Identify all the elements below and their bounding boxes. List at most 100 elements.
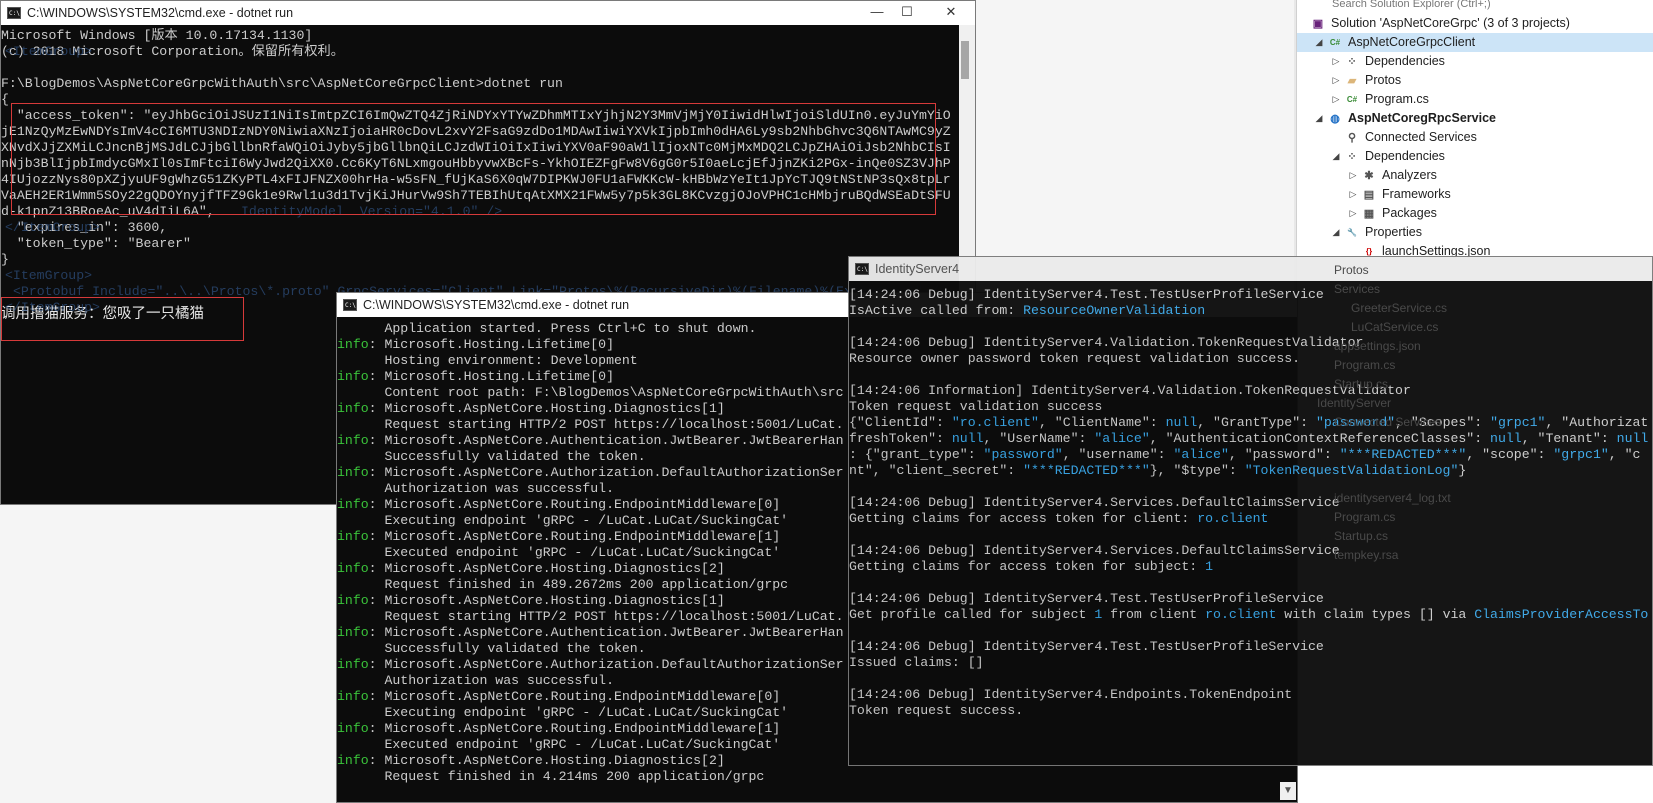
log-text: Token request validation success <box>849 399 1103 414</box>
log-message: Application started. Press Ctrl+C to shu… <box>337 321 757 336</box>
solution-explorer-ghost-item: LuCatService.cs <box>1351 320 1439 334</box>
solution-explorer-ghost-item: Connected Services <box>1334 415 1442 429</box>
console-line: Get profile called for subject 1 from cl… <box>849 607 1652 623</box>
log-level-info: info <box>337 465 369 480</box>
solution-explorer-item-label: Protos <box>1365 73 1402 87</box>
solution-explorer-item-label: Solution 'AspNetCoreGrpc' (3 of 3 projec… <box>1331 16 1570 30</box>
expanded-arrow-icon[interactable]: ◢ <box>1331 223 1341 242</box>
log-message: : Microsoft.AspNetCore.Authorization.Def… <box>368 657 844 672</box>
console-line: Getting claims for access token for subj… <box>849 559 1652 575</box>
console-line: Token request success. <box>849 703 1652 719</box>
log-text: with claim types [] via <box>1276 607 1475 622</box>
collapsed-arrow-icon[interactable]: ▷ <box>1348 185 1358 204</box>
console-line: Resource owner password token request va… <box>849 351 1652 367</box>
log-message: Request finished in 4.214ms 200 applicat… <box>337 769 765 784</box>
log-text: , "c <box>1608 447 1641 462</box>
console-line: [14:24:06 Debug] IdentityServer4.Service… <box>849 543 1652 559</box>
log-text: [14:24:06 Debug] IdentityServer4.Endpoin… <box>849 687 1293 702</box>
log-text: Resource owner password token request va… <box>849 351 1301 366</box>
log-text: freshToken": <box>849 431 952 446</box>
solution-explorer-ghost-item: tempkey.rsa <box>1334 548 1399 562</box>
solution-explorer-item[interactable]: ▣ Solution 'AspNetCoreGrpc' (3 of 3 proje… <box>1297 14 1653 33</box>
log-value: null <box>1490 431 1522 446</box>
solution-explorer-ghost-item: Program.cs <box>1334 358 1396 372</box>
solution-explorer-item-label: AspNetCoreGrpcClient <box>1348 35 1476 49</box>
log-message: Successfully validated the token. <box>337 449 646 464</box>
collapsed-arrow-icon[interactable]: ▷ <box>1348 204 1358 223</box>
collapsed-arrow-icon[interactable]: ▷ <box>1331 52 1341 71</box>
maximize-button[interactable]: ☐ <box>887 1 927 25</box>
scroll-down-arrow-icon[interactable]: ▼ <box>1280 782 1296 800</box>
collapsed-arrow-icon[interactable]: ▷ <box>1331 71 1341 90</box>
log-message: : Microsoft.AspNetCore.Hosting.Diagnosti… <box>368 401 725 416</box>
log-text: , "ClientName": <box>1038 415 1166 430</box>
solution-explorer-item[interactable]: ▷ ✱ Analyzers <box>1297 166 1653 185</box>
solution-explorer-item-label: Frameworks <box>1382 187 1451 201</box>
solution-explorer-item[interactable]: ▷ ▰ Protos <box>1297 71 1653 90</box>
console-line: freshToken": null, "UserName": "alice", … <box>849 431 1652 447</box>
log-text: Token request success. <box>849 703 1024 718</box>
solution-explorer-item[interactable]: ▷ C# Program.cs <box>1297 90 1653 109</box>
solution-explorer-item[interactable]: ▷ ▦ Packages <box>1297 204 1653 223</box>
log-value: ro.client <box>1205 607 1277 622</box>
solution-explorer-item[interactable]: ◢ 🔧 Properties <box>1297 223 1653 242</box>
log-text: , "Tenant": <box>1521 431 1617 446</box>
log-level-info: info <box>337 369 369 384</box>
log-message: : Microsoft.AspNetCore.Hosting.Diagnosti… <box>368 593 725 608</box>
console-line: [14:24:06 Debug] IdentityServer4.Endpoin… <box>849 687 1652 703</box>
collapsed-arrow-icon[interactable]: ▷ <box>1331 90 1341 109</box>
folder-icon: ▰ <box>1347 75 1357 87</box>
solution-explorer-item[interactable]: ◢ ⁘ Dependencies <box>1297 147 1653 166</box>
log-level-info: info <box>337 753 369 768</box>
log-value: "***REDACTED***" <box>1023 463 1150 478</box>
identityserver4-window[interactable]: IdentityServer4 [14:24:06 Debug] Identit… <box>848 256 1653 766</box>
console-line: [14:24:06 Debug] IdentityServer4.Test.Te… <box>849 639 1652 655</box>
log-level-info: info <box>337 561 369 576</box>
solution-explorer-item[interactable]: ⚲ Connected Services <box>1297 128 1653 147</box>
log-message: Hosting environment: Development <box>337 353 638 368</box>
scrollbar-thumb[interactable] <box>961 41 969 79</box>
log-text: [14:24:06 Debug] IdentityServer4.Test.Te… <box>849 591 1324 606</box>
solution-explorer-item[interactable]: ◢ ◍ AspNetCoregRpcService <box>1297 109 1653 128</box>
log-level-info: info <box>337 433 369 448</box>
log-text: [14:24:06 Debug] IdentityServer4.Service… <box>849 543 1340 558</box>
log-text: }, "$type": <box>1149 463 1245 478</box>
expanded-arrow-icon[interactable]: ◢ <box>1314 109 1324 128</box>
solution-explorer-item[interactable]: ◢ C# AspNetCoreGrpcClient <box>1297 33 1653 52</box>
console-line: Microsoft Windows [版本 10.0.17134.1130] <box>1 28 313 43</box>
solution-explorer-ghost-item: Startup.cs <box>1334 529 1389 543</box>
solution-explorer-item-label: Connected Services <box>1365 130 1477 144</box>
cmd-client-titlebar[interactable]: C:\WINDOWS\SYSTEM32\cmd.exe - dotnet run… <box>1 1 975 25</box>
console-line: [14:24:06 Debug] IdentityServer4.Validat… <box>849 335 1652 351</box>
log-value: "alice" <box>1173 447 1229 462</box>
csharp-file-icon: C# <box>1346 95 1358 104</box>
solution-explorer-item-label: Properties <box>1365 225 1422 239</box>
solution-explorer-search-input[interactable]: Search Solution Explorer (Ctrl+;) <box>1297 0 1653 14</box>
log-text: [14:24:06 Debug] IdentityServer4.Validat… <box>849 335 1364 350</box>
log-value: null <box>1616 431 1649 446</box>
expanded-arrow-icon[interactable]: ◢ <box>1314 33 1324 52</box>
log-value: "***REDACTED***" <box>1339 447 1467 462</box>
window-title: IdentityServer4 <box>875 262 960 276</box>
log-message: : Microsoft.AspNetCore.Hosting.Diagnosti… <box>368 561 725 576</box>
solution-explorer-item[interactable]: ▷ ⁘ Dependencies <box>1297 52 1653 71</box>
log-value: null <box>1165 415 1198 430</box>
log-text: IsActive called from: <box>849 303 1024 318</box>
collapsed-arrow-icon[interactable]: ▷ <box>1348 166 1358 185</box>
console-output[interactable]: [14:24:06 Debug] IdentityServer4.Test.Te… <box>849 287 1652 765</box>
solution-explorer-item[interactable]: ▷ ▤ Frameworks <box>1297 185 1653 204</box>
close-button[interactable]: ✕ <box>931 1 971 25</box>
console-line: F:\BlogDemos\AspNetCoreGrpcWithAuth\src\… <box>1 76 563 91</box>
log-value: "password" <box>983 447 1063 462</box>
log-level-info: info <box>337 497 369 512</box>
console-line: Getting claims for access token for clie… <box>849 511 1652 527</box>
log-level-info: info <box>337 625 369 640</box>
identityserver4-titlebar[interactable]: IdentityServer4 <box>849 257 1652 281</box>
expanded-arrow-icon[interactable]: ◢ <box>1331 147 1341 166</box>
